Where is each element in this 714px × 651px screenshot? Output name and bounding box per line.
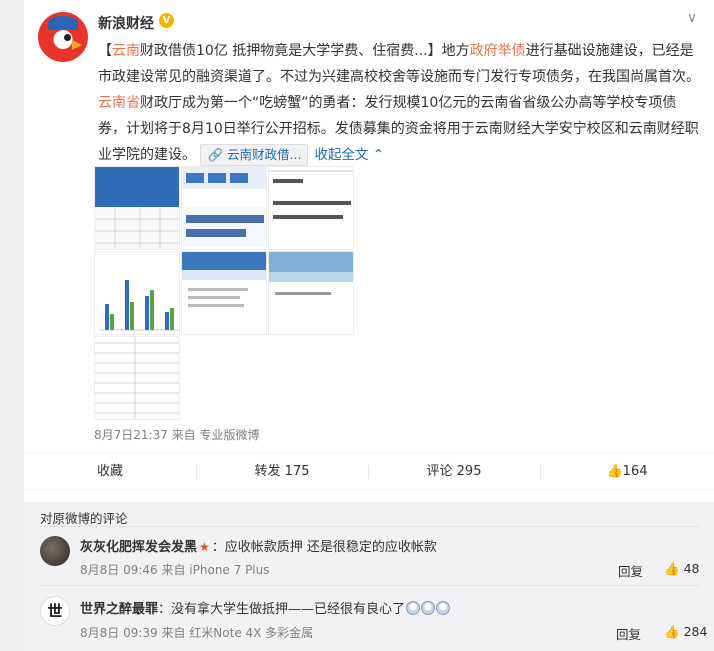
comment-text: ：应收帐款质押 还是很稳定的应收帐款 bbox=[211, 540, 437, 555]
post-image-6[interactable] bbox=[268, 251, 354, 335]
comment-meta: 8月8日 09:39 来自 红米Note 4X 多彩金属 bbox=[80, 626, 314, 640]
avatar-crest bbox=[48, 16, 78, 30]
comments-divider bbox=[40, 526, 700, 527]
commenter-name[interactable]: 灰灰化肥挥发会发黑 bbox=[80, 540, 197, 555]
commenter-avatar[interactable] bbox=[40, 536, 70, 566]
table-screenshot-thumbnail bbox=[95, 337, 179, 419]
topic-link-yunnan[interactable]: 云南 bbox=[112, 43, 140, 59]
author-avatar[interactable] bbox=[38, 12, 88, 62]
bar-chart-thumbnail bbox=[99, 280, 179, 331]
link-chip-label: 云南财政借... bbox=[227, 147, 302, 162]
thumbs-up-icon: 👍 bbox=[664, 561, 680, 576]
emoji-icon bbox=[421, 601, 436, 615]
comment-like-button[interactable]: 👍 48 bbox=[664, 561, 699, 577]
comment-line: 世界之醉最罪：没有拿大学生做抵押——已经很有良心了 bbox=[80, 598, 451, 617]
post-body: 【云南财政借债10亿 抵押物竟是大学学费、住宿费...】地方政府举债进行基础设施… bbox=[98, 38, 702, 168]
comment-like-button[interactable]: 👍 284 bbox=[664, 624, 707, 640]
post-time-source: 8月7日21:37 来自 专业版微博 bbox=[94, 428, 260, 442]
post-image-3[interactable] bbox=[268, 166, 354, 250]
web-page-screenshot-thumbnail bbox=[182, 252, 266, 307]
verified-badge-icon: V bbox=[159, 13, 174, 28]
author-name[interactable]: 新浪财经 bbox=[98, 13, 154, 33]
table-screenshot-thumbnail bbox=[95, 167, 179, 249]
post-text-segment: 财政借债10亿 抵押物竟是大学学费、住宿费...】地方 bbox=[140, 43, 470, 59]
topic-link-gov-debt[interactable]: 政府举债 bbox=[470, 43, 526, 59]
collect-button[interactable]: 收藏 bbox=[24, 453, 196, 491]
comment-text: ：没有拿大学生做抵押——已经很有良心了 bbox=[158, 602, 406, 617]
commenter-avatar[interactable]: 世 bbox=[40, 596, 70, 626]
like-count: 164 bbox=[622, 464, 648, 479]
avatar-eye bbox=[64, 34, 71, 41]
collect-label: 收藏 bbox=[96, 464, 123, 479]
repost-button[interactable]: 转发 175 bbox=[196, 453, 368, 491]
collapse-label: 收起全文 bbox=[314, 147, 369, 163]
comments-title: 对原微博的评论 bbox=[40, 511, 128, 526]
post-image-5[interactable] bbox=[181, 251, 267, 335]
avatar-beak bbox=[72, 40, 82, 50]
repost-label: 转发 175 bbox=[254, 464, 310, 479]
comment-like-count: 48 bbox=[683, 561, 700, 576]
emoji-icon bbox=[436, 601, 451, 615]
post-text-segment: 财政厅成为第一个“吃螃蟹”的勇者：发行规模10亿元的云南省省级公办高等学校专项债… bbox=[98, 95, 699, 163]
avatar-text: 世 bbox=[47, 602, 63, 620]
post-image-4[interactable] bbox=[94, 251, 180, 335]
chevron-up-icon: ⌃ bbox=[372, 147, 385, 163]
post-action-bar: 收藏 转发 175 评论 295 👍164 bbox=[24, 452, 714, 490]
reply-button[interactable]: 回复 bbox=[618, 561, 643, 580]
comment-label: 评论 295 bbox=[426, 464, 482, 479]
emoji-icon bbox=[406, 601, 421, 615]
comments-divider bbox=[40, 585, 700, 586]
post-image-1[interactable] bbox=[94, 166, 180, 250]
post-image-2[interactable] bbox=[181, 166, 267, 250]
post-image-7[interactable] bbox=[94, 336, 180, 420]
commenter-name[interactable]: 世界之醉最罪 bbox=[80, 602, 158, 617]
web-page-screenshot-thumbnail bbox=[269, 252, 353, 295]
comment-button[interactable]: 评论 295 bbox=[368, 453, 540, 491]
reply-button[interactable]: 回复 bbox=[616, 624, 641, 643]
link-icon: 🔗 bbox=[207, 147, 224, 162]
thumbs-up-icon: 👍 bbox=[606, 464, 623, 479]
comment-line: 灰灰化肥挥发会发黑 ★ ：应收帐款质押 还是很稳定的应收帐款 bbox=[80, 536, 437, 555]
article-link-chip[interactable]: 🔗 云南财政借... bbox=[200, 144, 309, 166]
comments-section: 对原微博的评论 灰灰化肥挥发会发黑 ★ ：应收帐款质押 还是很稳定的应收帐款 8月8… bbox=[24, 502, 714, 651]
star-badge-icon: ★ bbox=[199, 540, 210, 554]
thumbs-up-icon: 👍 bbox=[664, 624, 680, 639]
comment-like-count: 284 bbox=[683, 624, 708, 639]
collapse-full-text-link[interactable]: 收起全文 ⌃ bbox=[314, 147, 384, 163]
document-screenshot-thumbnail bbox=[182, 167, 266, 247]
topic-link-yunnan-province[interactable]: 云南省 bbox=[98, 95, 140, 111]
weibo-post-card: 新浪财经 V ∨ 【云南财政借债10亿 抵押物竟是大学学费、住宿费...】地方政… bbox=[24, 0, 714, 651]
comment-meta: 8月8日 09:46 来自 iPhone 7 Plus bbox=[80, 563, 270, 577]
post-text-segment: 【 bbox=[98, 43, 112, 59]
like-button[interactable]: 👍164 bbox=[540, 453, 714, 491]
chevron-down-icon[interactable]: ∨ bbox=[684, 10, 700, 26]
document-screenshot-thumbnail bbox=[269, 170, 353, 219]
